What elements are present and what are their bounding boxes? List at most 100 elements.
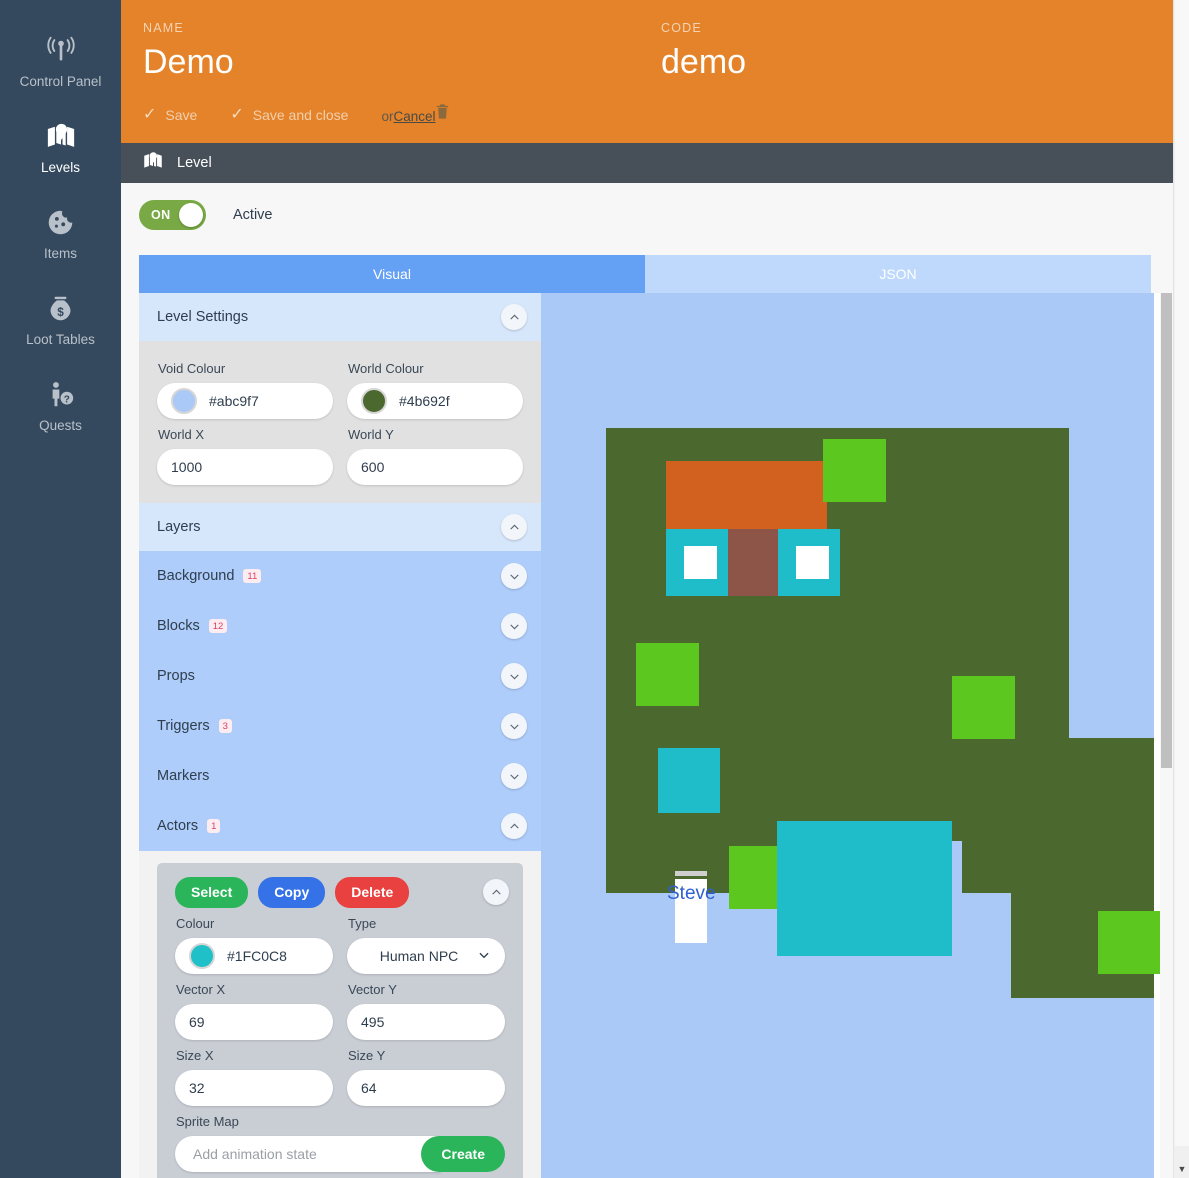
actor-editor-wrap: Select Copy Delete Colour #1FC0C8 Type H… bbox=[139, 851, 541, 1178]
tab-json[interactable]: JSON bbox=[645, 255, 1151, 293]
canvas-block-door[interactable] bbox=[728, 529, 778, 596]
chevron-down-icon[interactable] bbox=[501, 563, 527, 589]
delete-button[interactable]: Delete bbox=[335, 877, 410, 908]
page-scrollbar-thumb[interactable] bbox=[1175, 0, 1189, 1146]
page-scrollbar[interactable]: ▼ bbox=[1173, 0, 1189, 1178]
broadcast-icon bbox=[44, 34, 78, 68]
world-y-input[interactable]: 600 bbox=[347, 449, 523, 485]
chevron-down-icon bbox=[477, 948, 491, 965]
layer-row-actors[interactable]: Actors 1 bbox=[139, 801, 541, 851]
person-question-icon: ? bbox=[44, 378, 78, 412]
canvas-block-bush-mid-right[interactable] bbox=[952, 676, 1015, 739]
canvas-block-pool-small[interactable] bbox=[658, 748, 720, 813]
canvas-block-actor-bar[interactable] bbox=[675, 871, 707, 876]
sidebar-item-control-panel[interactable]: Control Panel bbox=[0, 18, 121, 104]
canvas-block-pool-large[interactable] bbox=[777, 821, 952, 956]
subheader: Level bbox=[121, 143, 1173, 183]
chevron-up-icon[interactable] bbox=[501, 514, 527, 540]
sidebar-item-items[interactable]: Items bbox=[0, 190, 121, 276]
actor-type-select[interactable]: Human NPC bbox=[347, 938, 505, 974]
canvas-block-void-notch-right[interactable] bbox=[1069, 428, 1154, 738]
chevron-up-icon[interactable] bbox=[501, 304, 527, 330]
actor-size-y-field: Size Y 64 bbox=[347, 1040, 505, 1106]
layer-row-props[interactable]: Props bbox=[139, 651, 541, 701]
canvas-block-window-left[interactable] bbox=[684, 546, 717, 579]
create-button[interactable]: Create bbox=[421, 1136, 505, 1172]
map-icon bbox=[44, 120, 78, 154]
sidebar-item-loot-tables[interactable]: $ Loot Tables bbox=[0, 276, 121, 362]
level-canvas[interactable]: Steve bbox=[541, 293, 1161, 1178]
cancel-link[interactable]: Cancel bbox=[393, 109, 435, 124]
actor-colour-input[interactable]: #1FC0C8 bbox=[175, 938, 333, 974]
tab-visual[interactable]: Visual bbox=[139, 255, 645, 293]
layer-label: Actors bbox=[157, 818, 199, 834]
trash-icon[interactable] bbox=[434, 103, 451, 123]
world-y-field: World Y 600 bbox=[347, 419, 523, 485]
sidebar-item-levels[interactable]: Levels bbox=[0, 104, 121, 190]
canvas-scrollbar[interactable] bbox=[1160, 293, 1173, 1178]
save-button[interactable]: ✓ Save bbox=[143, 105, 198, 123]
sidebar-item-quests[interactable]: ? Quests bbox=[0, 362, 121, 448]
cookie-icon bbox=[44, 206, 78, 240]
active-field-label: Active bbox=[233, 207, 273, 223]
accordion-level-settings[interactable]: Level Settings bbox=[139, 293, 541, 341]
world-x-input[interactable]: 1000 bbox=[157, 449, 333, 485]
chevron-down-icon[interactable] bbox=[501, 613, 527, 639]
canvas-block-bush-far-right[interactable] bbox=[1098, 911, 1161, 974]
chevron-down-icon[interactable] bbox=[501, 663, 527, 689]
layer-count-badge: 12 bbox=[208, 618, 228, 634]
void-colour-field: Void Colour #abc9f7 bbox=[157, 353, 333, 419]
world-colour-swatch[interactable] bbox=[361, 388, 387, 414]
toggle-knob bbox=[179, 203, 203, 227]
actor-type-value: Human NPC bbox=[379, 948, 459, 964]
money-bag-icon: $ bbox=[44, 292, 78, 326]
chevron-down-icon[interactable] bbox=[501, 763, 527, 789]
void-colour-label: Void Colour bbox=[158, 361, 226, 376]
scroll-down-arrow-icon[interactable]: ▼ bbox=[1174, 1165, 1189, 1174]
canvas-block-bush-top[interactable] bbox=[823, 439, 886, 502]
size-y-label: Size Y bbox=[348, 1048, 386, 1063]
copy-button[interactable]: Copy bbox=[258, 877, 326, 908]
vector-x-input[interactable]: 69 bbox=[175, 1004, 333, 1040]
check-icon: ✓ bbox=[143, 105, 157, 123]
layers-title: Layers bbox=[157, 519, 201, 535]
chevron-down-icon[interactable] bbox=[501, 713, 527, 739]
sidebar-item-label: Levels bbox=[40, 159, 81, 175]
sprite-map-label: Sprite Map bbox=[176, 1114, 239, 1129]
vector-y-input[interactable]: 495 bbox=[347, 1004, 505, 1040]
active-toggle[interactable]: ON bbox=[139, 200, 206, 230]
actor-type-field: Type Human NPC bbox=[347, 908, 505, 974]
subheader-title: Level bbox=[177, 155, 212, 171]
header-name-group: NAME Demo bbox=[143, 21, 234, 81]
level-settings-title: Level Settings bbox=[157, 309, 249, 325]
canvas-block-window-right[interactable] bbox=[796, 546, 829, 579]
layer-row-background[interactable]: Background 11 bbox=[139, 551, 541, 601]
sprite-map-input[interactable]: Add animation state bbox=[175, 1136, 442, 1172]
size-y-input[interactable]: 64 bbox=[347, 1070, 505, 1106]
layer-row-markers[interactable]: Markers bbox=[139, 751, 541, 801]
accordion-layers[interactable]: Layers bbox=[139, 503, 541, 551]
layer-row-triggers[interactable]: Triggers 3 bbox=[139, 701, 541, 751]
save-button-label: Save bbox=[165, 106, 198, 123]
void-colour-input[interactable]: #abc9f7 bbox=[157, 383, 333, 419]
canvas-actor-label-steve[interactable]: Steve bbox=[667, 883, 716, 905]
size-x-input[interactable]: 32 bbox=[175, 1070, 333, 1106]
world-colour-input[interactable]: #4b692f bbox=[347, 383, 523, 419]
vector-x-label: Vector X bbox=[176, 982, 226, 997]
size-x-label: Size X bbox=[176, 1048, 214, 1063]
canvas-scrollbar-thumb[interactable] bbox=[1161, 293, 1172, 768]
level-name-value: Demo bbox=[143, 43, 234, 81]
layer-label: Blocks bbox=[157, 618, 200, 634]
world-colour-field: World Colour #4b692f bbox=[347, 353, 523, 419]
void-colour-swatch[interactable] bbox=[171, 388, 197, 414]
chevron-up-icon[interactable] bbox=[483, 879, 509, 905]
layer-label: Props bbox=[157, 668, 195, 684]
canvas-block-bush-left[interactable] bbox=[636, 643, 699, 706]
save-and-close-button[interactable]: ✓ Save and close bbox=[230, 106, 348, 123]
layer-row-blocks[interactable]: Blocks 12 bbox=[139, 601, 541, 651]
canvas-block-roof[interactable] bbox=[666, 461, 827, 529]
svg-text:$: $ bbox=[57, 306, 64, 319]
select-button[interactable]: Select bbox=[175, 877, 249, 908]
actor-colour-swatch[interactable] bbox=[189, 943, 215, 969]
chevron-up-icon[interactable] bbox=[501, 813, 527, 839]
